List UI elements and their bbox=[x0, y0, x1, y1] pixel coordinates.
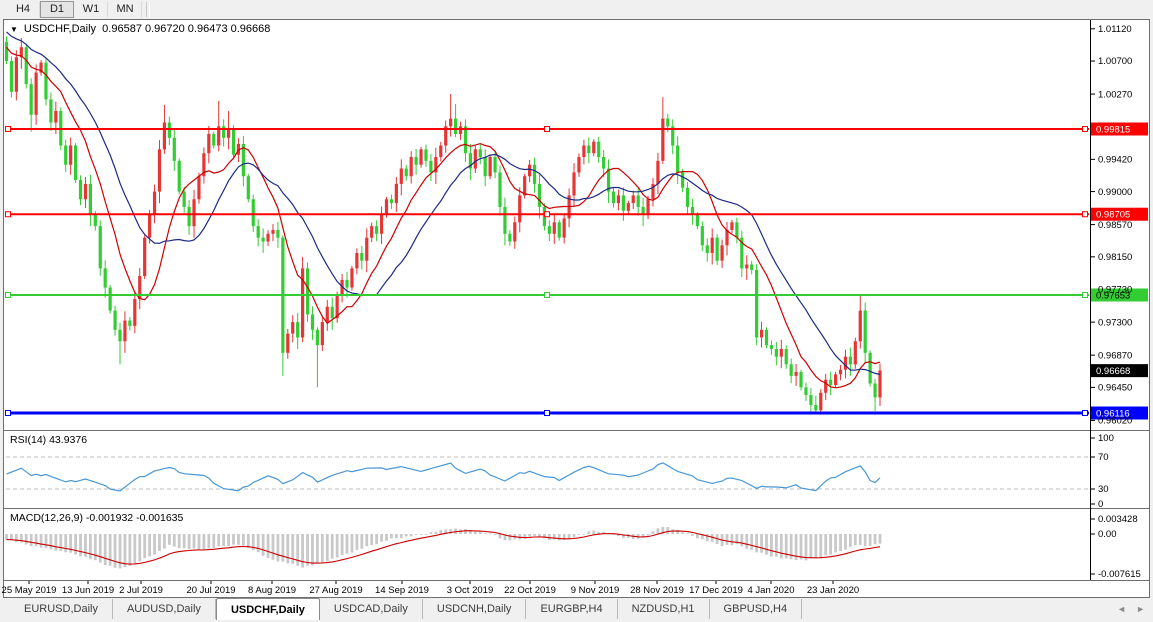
moving-averages bbox=[7, 32, 881, 388]
tab-usdchf-daily[interactable]: USDCHF,Daily bbox=[216, 598, 320, 620]
rsi-scale-label: 30 bbox=[1098, 484, 1109, 495]
price-tick-label: 1.00270 bbox=[1098, 89, 1132, 100]
trading-app-window: H4D1W1MN 1.011201.007001.002700.994200.9… bbox=[0, 0, 1153, 622]
symbol-timeframe-label: USDCHF,Daily bbox=[24, 23, 96, 35]
macd-signal-line bbox=[7, 531, 881, 564]
date-tick-label: 27 Aug 2019 bbox=[309, 585, 362, 596]
price-badge: 0.96668 bbox=[1096, 366, 1130, 377]
price-badge: 0.99815 bbox=[1096, 125, 1130, 136]
chart-canvas[interactable]: 1.01120 1.00700 1.00270 0.99420 0.99000 0.985… bbox=[0, 0, 1153, 622]
horizontal-lines bbox=[6, 127, 1090, 416]
price-tick-label: 1.01120 bbox=[1098, 24, 1132, 35]
macd-indicator-label: MACD(12,26,9) -0.001932 -0.001635 bbox=[10, 512, 183, 524]
hline-handle[interactable] bbox=[545, 293, 550, 298]
date-tick-label: 23 Jan 2020 bbox=[807, 585, 859, 596]
axes bbox=[4, 20, 1150, 598]
macd-scale-label: -0.007615 bbox=[1098, 569, 1141, 580]
hline-handle[interactable] bbox=[1083, 293, 1088, 298]
hline-handle[interactable] bbox=[545, 212, 550, 217]
ohlc-values: 0.96587 0.96720 0.96473 0.96668 bbox=[102, 23, 270, 35]
hline-handle[interactable] bbox=[6, 212, 11, 217]
rsi-panel bbox=[6, 438, 1095, 504]
price-badge: 0.96116 bbox=[1096, 409, 1130, 420]
chart-tabs-bar: EURUSD,DailyAUDUSD,DailyUSDCHF,DailyUSDC… bbox=[0, 598, 1153, 622]
tab-nzdusd-h1[interactable]: NZDUSD,H1 bbox=[618, 599, 710, 619]
chart-title: ▼ USDCHF,Daily 0.96587 0.96720 0.96473 0.… bbox=[10, 23, 270, 35]
rsi-scale-label: 70 bbox=[1098, 452, 1109, 463]
date-tick-label: 28 Nov 2019 bbox=[630, 585, 684, 596]
price-badge: 0.98705 bbox=[1096, 210, 1130, 221]
date-tick-label: 2 Jul 2019 bbox=[119, 585, 163, 596]
symbol-dropdown-icon[interactable]: ▼ bbox=[10, 25, 18, 34]
hline-handle[interactable] bbox=[6, 411, 11, 416]
tab-eurgbp-h4[interactable]: EURGBP,H4 bbox=[526, 599, 617, 619]
hline-handle[interactable] bbox=[545, 127, 550, 132]
candlesticks bbox=[5, 36, 882, 414]
macd-panel bbox=[5, 519, 1095, 574]
hline-handle[interactable] bbox=[545, 411, 550, 416]
price-tick-label: 0.96450 bbox=[1098, 383, 1132, 394]
rsi-indicator-label: RSI(14) 43.9376 bbox=[10, 434, 87, 446]
macd-scale-label: 0.003428 bbox=[1098, 514, 1138, 525]
tab-scroll-right-icon[interactable]: ► bbox=[1136, 604, 1145, 614]
date-tick-label: 25 May 2019 bbox=[2, 585, 57, 596]
tab-audusd-daily[interactable]: AUDUSD,Daily bbox=[113, 599, 216, 619]
date-tick-label: 3 Oct 2019 bbox=[447, 585, 493, 596]
hline-handle[interactable] bbox=[1083, 411, 1088, 416]
ma-slow bbox=[7, 32, 881, 375]
date-tick-label: 14 Sep 2019 bbox=[375, 585, 429, 596]
rsi-scale-label: 0 bbox=[1098, 499, 1103, 510]
hline-handle[interactable] bbox=[1083, 212, 1088, 217]
price-tick-label: 0.99000 bbox=[1098, 187, 1132, 198]
date-tick-label: 20 Jul 2019 bbox=[186, 585, 235, 596]
tab-usdcnh-daily[interactable]: USDCNH,Daily bbox=[423, 599, 527, 619]
tab-gbpusd-h4[interactable]: GBPUSD,H4 bbox=[710, 599, 803, 619]
rsi-scale-label: 100 bbox=[1098, 433, 1114, 444]
price-badge: 0.97653 bbox=[1096, 291, 1130, 302]
price-tick-label: 0.98150 bbox=[1098, 252, 1132, 263]
ma-fast bbox=[7, 47, 881, 388]
price-tick-label: 0.97300 bbox=[1098, 317, 1132, 328]
date-tick-label: 9 Nov 2019 bbox=[571, 585, 620, 596]
hline-handle[interactable] bbox=[6, 293, 11, 298]
tab-eurusd-daily[interactable]: EURUSD,Daily bbox=[10, 599, 113, 619]
hline-handle[interactable] bbox=[6, 127, 11, 132]
price-tick-label: 1.00700 bbox=[1098, 56, 1132, 67]
date-tick-label: 8 Aug 2019 bbox=[248, 585, 296, 596]
price-tick-label: 0.98570 bbox=[1098, 220, 1132, 231]
date-tick-label: 22 Oct 2019 bbox=[504, 585, 556, 596]
rsi-line bbox=[7, 463, 881, 491]
tab-scroll-arrows: ◄ ► bbox=[1117, 604, 1145, 614]
date-tick-label: 13 Jun 2019 bbox=[62, 585, 114, 596]
date-tick-label: 4 Jan 2020 bbox=[747, 585, 794, 596]
price-tick-label: 0.96870 bbox=[1098, 350, 1132, 361]
hline-handle[interactable] bbox=[1083, 127, 1088, 132]
macd-scale-label: 0.00 bbox=[1098, 529, 1117, 540]
date-tick-label: 17 Dec 2019 bbox=[689, 585, 743, 596]
price-tick-label: 0.99420 bbox=[1098, 155, 1132, 166]
tab-scroll-left-icon[interactable]: ◄ bbox=[1117, 604, 1126, 614]
tab-usdcad-daily[interactable]: USDCAD,Daily bbox=[320, 599, 423, 619]
